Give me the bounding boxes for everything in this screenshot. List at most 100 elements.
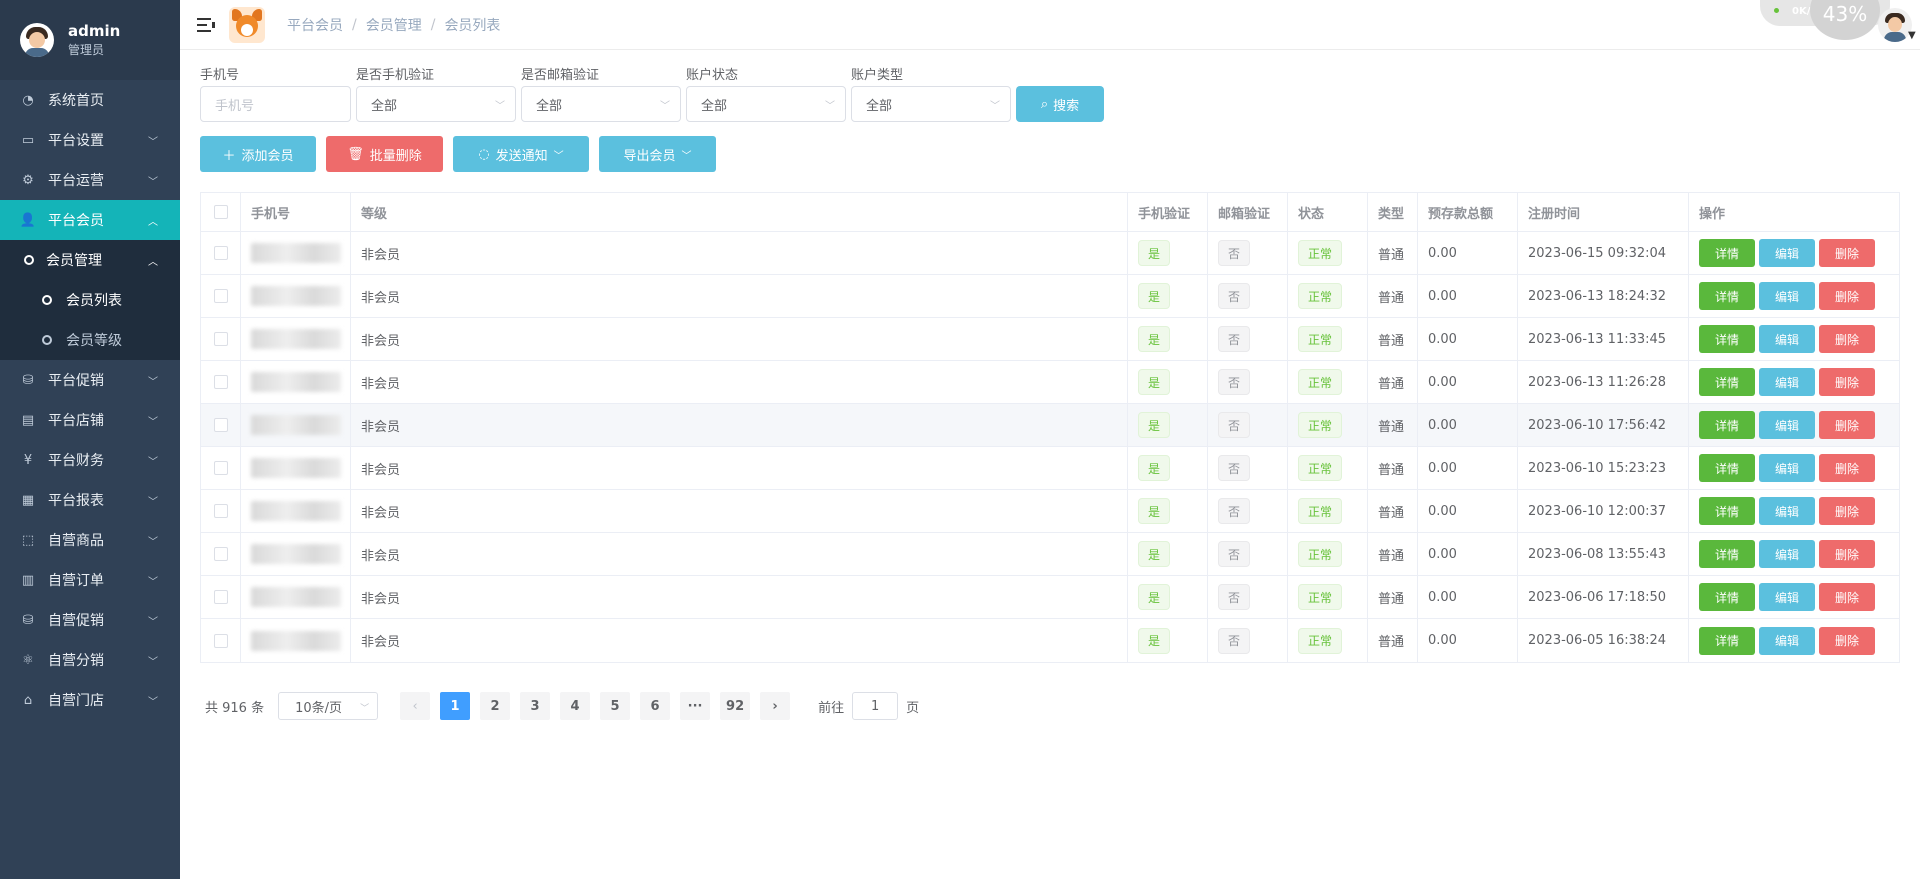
page-number-button[interactable]: 92 — [720, 692, 751, 720]
table-row[interactable]: 非会员是 否 正常 普通 0.00 2023-06-10 15:23:23 详情 编辑 删除 — [201, 447, 1899, 490]
row-checkbox[interactable] — [213, 590, 228, 604]
table-row[interactable]: 非会员是 否 正常 普通 0.00 2023-06-05 16:38:24 详情 编辑 删除 — [201, 619, 1899, 662]
next-page-button[interactable]: › — [760, 692, 791, 720]
prev-page-button[interactable]: ‹ — [400, 692, 431, 720]
delete-button[interactable]: 删除 — [1819, 454, 1875, 482]
detail-button[interactable]: 详情 — [1699, 626, 1755, 655]
edit-button[interactable]: 编辑 — [1759, 497, 1815, 525]
sidebar-item-self-order[interactable]: ▥ 自营订单 ﹀ — [0, 560, 180, 600]
detail-button[interactable]: 详情 — [1699, 411, 1755, 439]
goto-page-input[interactable]: 1 — [852, 692, 899, 720]
detail-button[interactable]: 详情 — [1699, 368, 1755, 396]
delete-button[interactable]: 删除 — [1819, 626, 1875, 655]
sidebar-item-platform-shop[interactable]: ▤ 平台店铺 ﹀ — [0, 400, 180, 440]
avatar[interactable] — [20, 23, 54, 57]
breadcrumb-item[interactable]: 平台会员 — [287, 15, 343, 35]
table-row[interactable]: 非会员是 否 正常 普通 0.00 2023-06-15 09:32:04 详情 编辑 删除 — [201, 232, 1899, 275]
sidebar-item-platform-operations[interactable]: ⚙ 平台运营 ﹀ — [0, 160, 180, 200]
sidebar-item-home[interactable]: ◔ 系统首页 — [0, 80, 180, 120]
header-avatar[interactable] — [1878, 8, 1912, 42]
sidebar-item-platform-members[interactable]: 👤 平台会员 ︿ — [0, 200, 180, 240]
account-type-select[interactable]: 全部 ﹀ — [851, 86, 1011, 122]
search-button[interactable]: ⌕ 搜索 — [1016, 86, 1104, 122]
status-badge: 正常 — [1298, 584, 1343, 610]
delete-button[interactable]: 删除 — [1819, 282, 1875, 310]
table-row[interactable]: 非会员是 否 正常 普通 0.00 2023-06-06 17:18:50 详情 编辑 删除 — [201, 576, 1899, 619]
table-row[interactable]: 非会员是 否 正常 普通 0.00 2023-06-10 12:00:37 详情 编辑 删除 — [201, 490, 1899, 533]
caret-down-icon[interactable]: ▼ — [1908, 30, 1916, 41]
detail-button[interactable]: 详情 — [1699, 282, 1755, 310]
edit-button[interactable]: 编辑 — [1759, 368, 1815, 396]
delete-button[interactable]: 删除 — [1819, 540, 1875, 568]
status-badge: 正常 — [1298, 541, 1343, 567]
table-row[interactable]: 非会员是 否 正常 普通 0.00 2023-06-13 11:33:45 详情 编辑 删除 — [201, 318, 1899, 361]
more-pages-button[interactable]: ··· — [680, 692, 711, 720]
sidebar-item-platform-settings[interactable]: ▭ 平台设置 ﹀ — [0, 120, 180, 160]
sidebar-item-member-level[interactable]: 会员等级 — [0, 320, 180, 360]
delete-button[interactable]: 删除 — [1819, 497, 1875, 525]
table-row[interactable]: 非会员是 否 正常 普通 0.00 2023-06-10 17:56:42 详情 编辑 删除 — [201, 404, 1899, 447]
send-notification-button[interactable]: ◌ 发送通知 ﹀ — [453, 136, 589, 172]
row-checkbox[interactable] — [213, 375, 228, 389]
row-checkbox[interactable] — [213, 332, 228, 346]
sidebar-item-label: 自营订单 — [48, 573, 104, 589]
menu-toggle-icon[interactable] — [197, 17, 215, 32]
sidebar-item-self-promotion[interactable]: ⛁ 自营促销 ﹀ — [0, 600, 180, 640]
row-checkbox[interactable] — [213, 418, 228, 432]
page-number-button[interactable]: 6 — [640, 692, 671, 720]
page-number-button[interactable]: 1 — [440, 692, 471, 720]
page-number-button[interactable]: 3 — [520, 692, 551, 720]
row-checkbox[interactable] — [213, 547, 228, 561]
detail-button[interactable]: 详情 — [1699, 239, 1755, 267]
row-checkbox[interactable] — [213, 633, 228, 648]
edit-button[interactable]: 编辑 — [1759, 540, 1815, 568]
account-status-select[interactable]: 全部 ﹀ — [686, 86, 846, 122]
row-checkbox[interactable] — [213, 504, 228, 518]
table-row[interactable]: 非会员是 否 正常 普通 0.00 2023-06-13 11:26:28 详情 编辑 删除 — [201, 361, 1899, 404]
page-number-button[interactable]: 5 — [600, 692, 631, 720]
detail-button[interactable]: 详情 — [1699, 497, 1755, 525]
phone-verified-select[interactable]: 全部 ﹀ — [356, 86, 516, 122]
edit-button[interactable]: 编辑 — [1759, 239, 1815, 267]
chevron-down-icon: ﹀ — [148, 417, 158, 428]
row-checkbox[interactable] — [213, 461, 228, 475]
detail-button[interactable]: 详情 — [1699, 583, 1755, 611]
edit-button[interactable]: 编辑 — [1759, 454, 1815, 482]
delete-button[interactable]: 删除 — [1819, 325, 1875, 353]
delete-button[interactable]: 删除 — [1819, 411, 1875, 439]
detail-button[interactable]: 详情 — [1699, 454, 1755, 482]
edit-button[interactable]: 编辑 — [1759, 325, 1815, 353]
delete-button[interactable]: 删除 — [1819, 368, 1875, 396]
sidebar-item-member-management[interactable]: 会员管理 ︿ — [0, 240, 180, 280]
select-all-checkbox[interactable] — [213, 205, 228, 219]
sidebar-item-self-goods[interactable]: ⬚ 自营商品 ﹀ — [0, 520, 180, 560]
sidebar-item-self-distribution[interactable]: ⚛ 自营分销 ﹀ — [0, 640, 180, 680]
edit-button[interactable]: 编辑 — [1759, 411, 1815, 439]
sidebar-item-platform-finance[interactable]: ¥ 平台财务 ﹀ — [0, 440, 180, 480]
phone-input[interactable]: 手机号 — [200, 86, 351, 122]
row-checkbox[interactable] — [213, 289, 228, 303]
page-number-button[interactable]: 4 — [560, 692, 591, 720]
sidebar-item-self-store[interactable]: ⌂ 自营门店 ﹀ — [0, 680, 180, 720]
email-verified-select[interactable]: 全部 ﹀ — [521, 86, 681, 122]
table-row[interactable]: 非会员是 否 正常 普通 0.00 2023-06-13 18:24:32 详情 编辑 删除 — [201, 275, 1899, 318]
chevron-down-icon: ﹀ — [825, 101, 835, 112]
edit-button[interactable]: 编辑 — [1759, 583, 1815, 611]
detail-button[interactable]: 详情 — [1699, 325, 1755, 353]
sidebar-item-member-list[interactable]: 会员列表 — [0, 280, 180, 320]
edit-button[interactable]: 编辑 — [1759, 282, 1815, 310]
row-checkbox[interactable] — [213, 246, 228, 260]
detail-button[interactable]: 详情 — [1699, 540, 1755, 568]
add-member-button[interactable]: ＋ 添加会员 — [200, 136, 316, 172]
page-size-select[interactable]: 10条/页 ﹀ — [278, 692, 379, 720]
delete-button[interactable]: 删除 — [1819, 239, 1875, 267]
export-members-button[interactable]: 导出会员 ﹀ — [599, 136, 716, 172]
breadcrumb-item[interactable]: 会员管理 — [366, 15, 422, 35]
page-number-button[interactable]: 2 — [480, 692, 511, 720]
batch-delete-button[interactable]: 🗑 批量删除 — [326, 136, 443, 172]
sidebar-item-platform-promotion[interactable]: ⛁ 平台促销 ﹀ — [0, 360, 180, 400]
sidebar-item-platform-report[interactable]: ▦ 平台报表 ﹀ — [0, 480, 180, 520]
edit-button[interactable]: 编辑 — [1759, 626, 1815, 655]
table-row[interactable]: 非会员是 否 正常 普通 0.00 2023-06-08 13:55:43 详情 编辑 删除 — [201, 533, 1899, 576]
delete-button[interactable]: 删除 — [1819, 583, 1875, 611]
